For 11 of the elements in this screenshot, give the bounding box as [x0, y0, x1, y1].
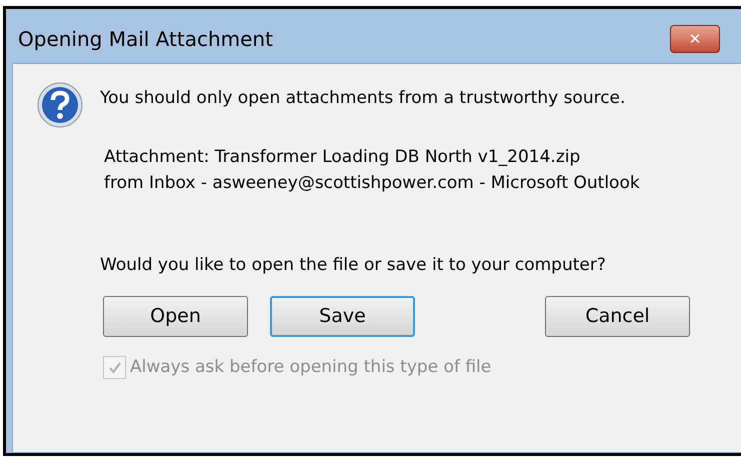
- window-title: Opening Mail Attachment: [18, 26, 273, 53]
- question-text: Would you like to open the file or save it to your computer?: [100, 254, 607, 276]
- dialog-button[interactable]: Cancel: [545, 296, 690, 337]
- warning-message: You should only open attachments from a trustworthy source.: [100, 87, 626, 110]
- dialog-button[interactable]: Open: [103, 296, 248, 337]
- attachment-detail: from Inbox - asweeney@scottishpower.com - Microsoft Outlook: [104, 172, 640, 194]
- question-icon: [37, 82, 83, 128]
- checkmark-icon: [108, 360, 122, 375]
- checkbox-label: Always ask before opening this type of file: [130, 356, 492, 379]
- dialog-button[interactable]: Save: [270, 296, 415, 337]
- attachment-detail: Attachment: Transformer Loading DB North v1_2014.zip: [104, 146, 582, 168]
